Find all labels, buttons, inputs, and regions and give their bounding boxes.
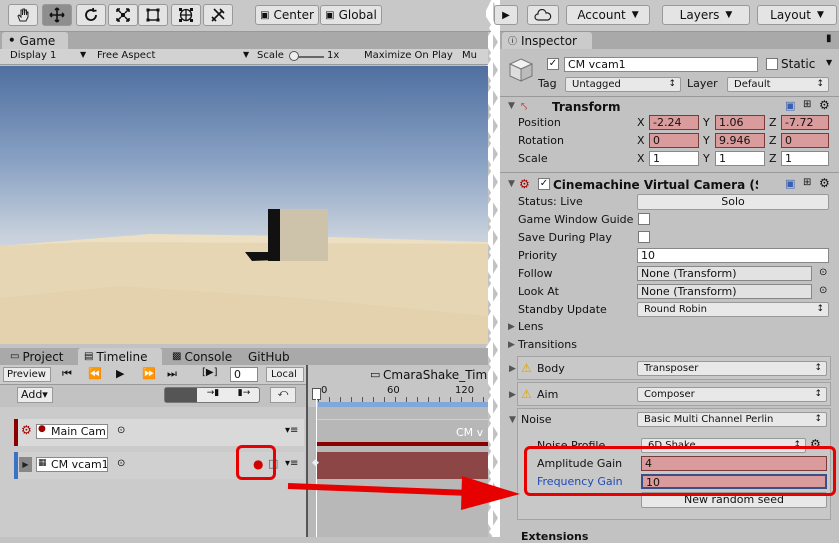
annotation-arrow xyxy=(287,476,520,510)
